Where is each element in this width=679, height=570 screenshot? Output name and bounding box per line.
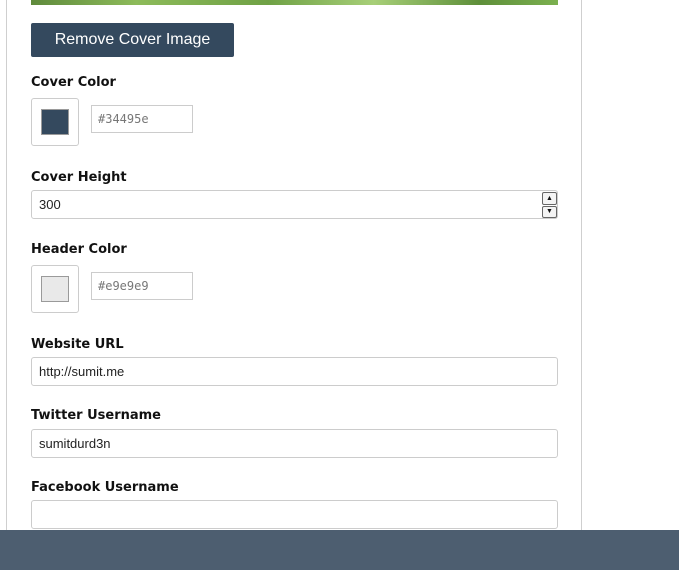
- facebook-username-label: Facebook Username: [31, 480, 179, 495]
- header-color-input[interactable]: [91, 272, 193, 300]
- header-color-picker[interactable]: [31, 265, 79, 313]
- footer-bar: [0, 530, 679, 570]
- spinner-up-icon[interactable]: ▲: [542, 192, 557, 205]
- website-url-input[interactable]: [31, 357, 558, 386]
- cover-color-input[interactable]: [91, 105, 193, 133]
- cover-height-label: Cover Height: [31, 170, 127, 185]
- header-color-swatch: [41, 276, 69, 302]
- cover-image-preview: [31, 0, 558, 5]
- twitter-username-input[interactable]: [31, 429, 558, 458]
- website-url-label: Website URL: [31, 337, 124, 352]
- twitter-username-label: Twitter Username: [31, 408, 161, 423]
- cover-color-label: Cover Color: [31, 75, 116, 90]
- facebook-username-input[interactable]: [31, 500, 558, 529]
- cover-height-spinner[interactable]: ▲ ▼: [542, 192, 557, 218]
- cover-color-picker[interactable]: [31, 98, 79, 146]
- remove-cover-image-button[interactable]: Remove Cover Image: [31, 23, 234, 57]
- spinner-down-icon[interactable]: ▼: [542, 205, 557, 218]
- header-color-label: Header Color: [31, 242, 127, 257]
- cover-height-input[interactable]: [31, 190, 558, 219]
- cover-color-swatch: [41, 109, 69, 135]
